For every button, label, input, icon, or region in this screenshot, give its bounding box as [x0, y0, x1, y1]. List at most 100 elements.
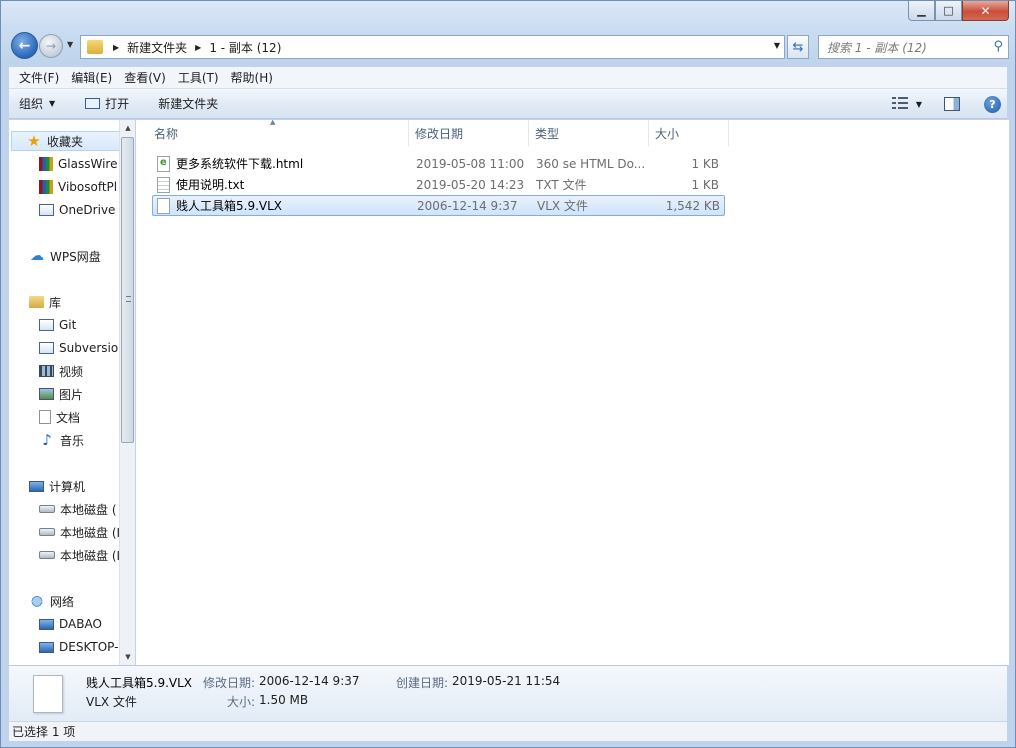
details-type: VLX 文件: [86, 695, 137, 709]
status-bar: 已选择 1 项: [9, 721, 1007, 741]
sidebar-item-drive-3[interactable]: 本地磁盘 (I: [39, 545, 120, 565]
search-icon[interactable]: ⚲: [993, 39, 1003, 54]
computer-icon: [39, 618, 54, 630]
file-type: 360 se HTML Do...: [536, 156, 646, 171]
address-bar[interactable]: ▶ 新建文件夹 ▶ 1 - 副本 (12) ▼: [80, 35, 785, 59]
sidebar-item-onedrive[interactable]: OneDrive: [39, 200, 115, 220]
text-file-icon: [157, 176, 170, 193]
new-folder-label: 新建文件夹: [158, 97, 219, 111]
computer-icon: [39, 641, 54, 653]
search-placeholder: 搜索 1 - 副本 (12): [827, 40, 927, 55]
view-options-icon[interactable]: [891, 97, 910, 111]
sidebar-item-subversion[interactable]: Subversio: [39, 338, 118, 358]
computer-icon: [29, 480, 44, 492]
sidebar-item-network[interactable]: ◍ 网络: [29, 591, 74, 611]
sidebar-item-pictures[interactable]: 图片: [39, 384, 83, 404]
library-icon: [29, 296, 44, 308]
column-header-size[interactable]: 大小: [649, 120, 729, 146]
sidebar-item-favorites[interactable]: ★ 收藏夹: [11, 131, 132, 151]
sidebar-item-label: GlassWire: [58, 157, 118, 171]
sidebar-item-libraries[interactable]: 库: [29, 292, 61, 312]
sidebar-item-label: DABAO: [59, 617, 102, 631]
menu-edit[interactable]: 编辑(E): [65, 69, 118, 86]
new-folder-button[interactable]: 新建文件夹: [158, 95, 218, 112]
sort-ascending-icon: ▲: [270, 118, 276, 126]
breadcrumb-item-parent[interactable]: 新建文件夹: [127, 39, 187, 56]
column-header-name[interactable]: 名称 ▲: [136, 118, 409, 146]
sidebar-item-glasswire[interactable]: GlassWire: [39, 154, 117, 174]
column-header-date[interactable]: 修改日期: [409, 120, 529, 146]
details-modified-label: 修改日期:: [203, 676, 256, 690]
view-dropdown-icon[interactable]: ▼: [916, 100, 922, 109]
open-label: 打开: [105, 97, 130, 111]
maximize-button[interactable]: □: [935, 1, 962, 21]
column-header-type[interactable]: 类型: [529, 120, 649, 146]
sidebar-item-git[interactable]: Git: [39, 315, 76, 335]
star-icon: ★: [27, 132, 41, 150]
sidebar-item-label: Subversio: [59, 341, 119, 355]
sidebar-item-drive-1[interactable]: 本地磁盘 (: [39, 499, 117, 519]
sidebar-item-label: 收藏夹: [47, 134, 84, 149]
menu-view[interactable]: 查看(V): [118, 69, 172, 86]
file-row[interactable]: 使用说明.txt 2019-05-20 14:23 TXT 文件 1 KB: [152, 174, 725, 195]
sidebar-item-music[interactable]: ♪ 音乐: [39, 430, 84, 450]
minimize-button[interactable]: ▁: [908, 1, 935, 21]
file-size: 1,542 KB: [665, 198, 720, 213]
html-file-icon: [157, 155, 170, 172]
menu-tools[interactable]: 工具(T): [172, 69, 225, 86]
scroll-down-icon[interactable]: ▼: [120, 649, 136, 665]
sidebar-item-drive-2[interactable]: 本地磁盘 (I: [39, 522, 120, 542]
file-date: 2019-05-08 11:00: [416, 156, 525, 171]
details-size-label: 大小:: [227, 695, 256, 709]
sidebar-scrollbar[interactable]: ▲ ▼: [119, 120, 135, 665]
sidebar-item-wps[interactable]: ☁ WPS网盘: [29, 246, 101, 266]
menu-file[interactable]: 文件(F): [13, 69, 65, 86]
organize-button[interactable]: 组织 ▼: [19, 95, 55, 112]
network-icon: ◍: [30, 593, 44, 609]
archive-icon: [39, 180, 53, 194]
file-name: 贱人工具箱5.9.VLX: [176, 199, 283, 213]
breadcrumb-item-current[interactable]: 1 - 副本 (12): [209, 39, 281, 56]
history-dropdown-icon[interactable]: ▼: [67, 40, 73, 49]
scroll-up-icon[interactable]: ▲: [120, 120, 136, 136]
sidebar-item-computer[interactable]: 计算机: [29, 476, 85, 496]
address-dropdown-icon[interactable]: ▼: [774, 41, 780, 50]
drive-icon: [39, 505, 55, 513]
scroll-thumb[interactable]: [121, 137, 134, 443]
library-folder-icon: [39, 319, 54, 331]
file-type: TXT 文件: [536, 178, 587, 192]
help-icon[interactable]: ?: [984, 95, 1001, 113]
details-modified-value: 2006-12-14 9:37: [259, 674, 360, 688]
blank-file-icon: [157, 197, 170, 214]
refresh-button[interactable]: ⇆: [787, 35, 809, 59]
file-size: 1 KB: [691, 177, 719, 192]
back-button[interactable]: ←: [11, 32, 38, 59]
sidebar-item-vibosoft[interactable]: VibosoftPl: [39, 177, 117, 197]
forward-arrow-icon: →: [45, 39, 57, 53]
open-button[interactable]: 打开: [85, 95, 129, 112]
navigation-pane: ★ 收藏夹 GlassWire VibosoftPl OneDrive ☁ WP…: [9, 120, 135, 665]
file-date: 2006-12-14 9:37: [417, 198, 518, 213]
file-date: 2019-05-20 14:23: [416, 177, 525, 192]
file-row-selected[interactable]: 贱人工具箱5.9.VLX 2006-12-14 9:37 VLX 文件 1,54…: [152, 195, 725, 216]
breadcrumb-separator-icon[interactable]: ▶: [195, 43, 201, 52]
sidebar-item-label: WPS网盘: [50, 249, 101, 264]
forward-button[interactable]: →: [39, 34, 63, 58]
menu-help[interactable]: 帮助(H): [225, 69, 279, 86]
details-filename: 贱人工具箱5.9.VLX: [86, 676, 193, 690]
picture-icon: [39, 388, 54, 400]
breadcrumb-separator-icon[interactable]: ▶: [113, 43, 119, 52]
sidebar-item-desktop[interactable]: DESKTOP-: [39, 637, 118, 657]
close-button[interactable]: ✕: [962, 1, 1009, 21]
preview-pane-icon[interactable]: [944, 97, 960, 111]
sidebar-item-dabao[interactable]: DABAO: [39, 614, 102, 634]
file-row[interactable]: 更多系统软件下载.html 2019-05-08 11:00 360 se HT…: [152, 153, 725, 174]
search-input[interactable]: 搜索 1 - 副本 (12) ⚲: [818, 35, 1009, 59]
refresh-icon: ⇆: [792, 39, 804, 55]
library-folder-icon: [39, 342, 54, 354]
sidebar-item-documents[interactable]: 文档: [39, 407, 80, 427]
file-name: 使用说明.txt: [176, 178, 245, 192]
sidebar-item-videos[interactable]: 视频: [39, 361, 83, 381]
command-bar: 组织 ▼ 打开 新建文件夹 ▼ ?: [9, 89, 1007, 119]
drive-icon: [39, 528, 55, 536]
